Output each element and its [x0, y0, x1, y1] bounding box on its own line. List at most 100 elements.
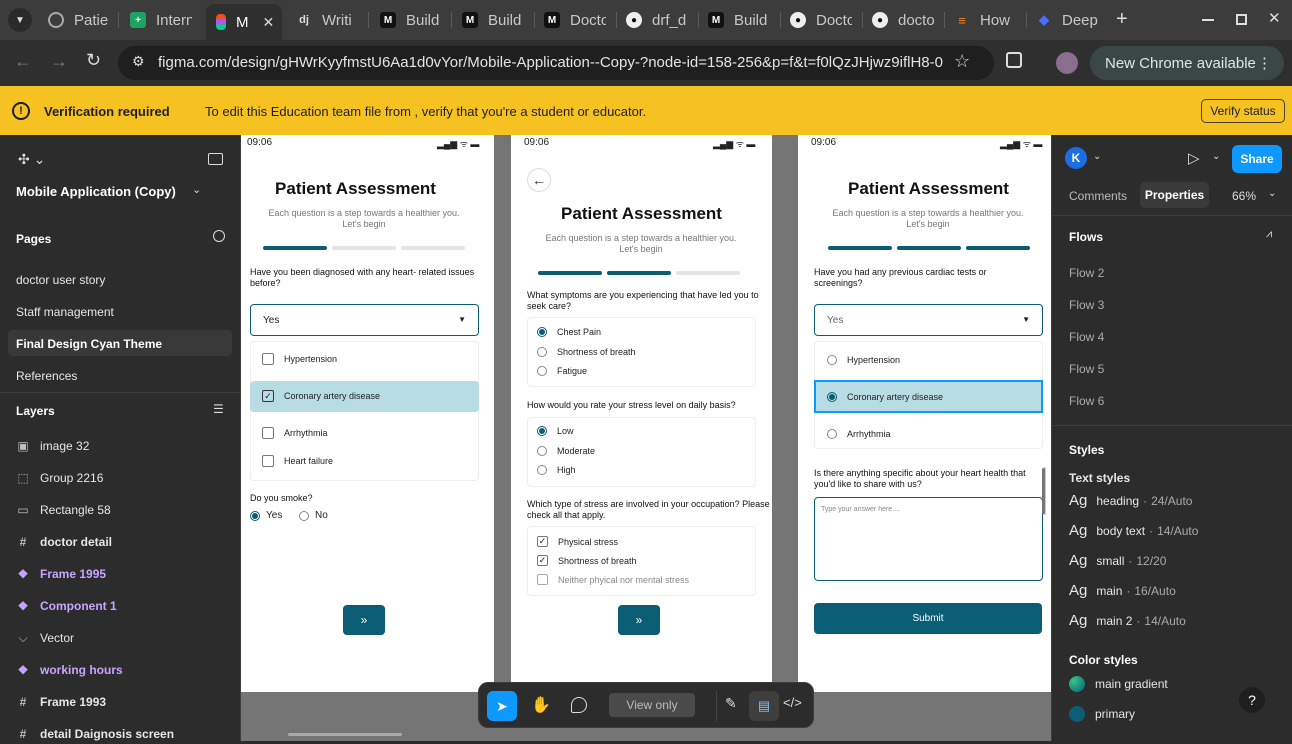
answer-dropdown[interactable]: Yes ▼ [814, 304, 1043, 336]
scrollbar[interactable] [1042, 468, 1045, 514]
submit-button[interactable]: Submit [814, 603, 1042, 634]
color-style-item[interactable]: primary [1069, 706, 1135, 722]
flow-item[interactable]: Flow 6 [1069, 394, 1104, 408]
address-bar[interactable]: ⚙ figma.com/design/gHWrKyyfmstU6Aa1d0vYo… [118, 46, 994, 80]
tab-12[interactable]: ≡ How [954, 8, 1016, 32]
tab-5[interactable]: M Build [380, 8, 442, 32]
flow-item[interactable]: Flow 2 [1069, 266, 1104, 280]
radio-selected[interactable] [537, 327, 547, 337]
new-chrome-button[interactable]: New Chrome available ⋮ [1090, 46, 1284, 80]
radio[interactable] [299, 510, 309, 521]
collapse-icon[interactable]: ⩘ [1266, 228, 1272, 241]
tab-13[interactable]: ◆ Deep [1036, 8, 1098, 32]
chevron-down-icon[interactable]: ⌄ [1093, 151, 1101, 162]
help-icon[interactable]: ? [1239, 687, 1265, 713]
page-item[interactable]: References [16, 369, 77, 383]
user-avatar[interactable]: K [1065, 147, 1087, 169]
move-tool-button[interactable]: ➤ [487, 691, 517, 721]
screen-3[interactable]: 09:06 ▂▄▆ ᯤ ▬ Patient Assessment Each qu… [798, 135, 1051, 692]
checkbox[interactable] [537, 574, 548, 585]
tab-active-figma[interactable]: M ✕ [206, 4, 282, 40]
checkbox-option-selected[interactable]: ✓ Coronary artery disease [262, 390, 380, 402]
layer-item[interactable]: ▭ Rectangle 58 [16, 500, 110, 520]
tab-9[interactable]: M Build [708, 8, 770, 32]
tab-search-icon[interactable]: ▼ [8, 8, 32, 32]
checkbox[interactable] [262, 427, 274, 439]
screen-1[interactable]: 09:06 ▂▄▆ ᯤ ▬ Patient Assessment Each qu… [241, 135, 494, 692]
checkbox-option[interactable]: ✓ Physical stress [537, 536, 618, 547]
close-tab-icon[interactable]: ✕ [263, 14, 275, 31]
tab-2[interactable]: + Intern [130, 8, 192, 32]
code-icon[interactable]: </> [783, 695, 802, 710]
flow-item[interactable]: Flow 4 [1069, 330, 1104, 344]
layer-item[interactable]: ❖ working hours [16, 660, 123, 680]
zoom-level[interactable]: 66% [1232, 189, 1256, 203]
next-button[interactable]: » [343, 605, 385, 635]
forward-icon[interactable]: → [50, 51, 68, 72]
panel-toggle-icon[interactable] [208, 153, 223, 165]
radio[interactable] [537, 347, 547, 357]
layer-item[interactable]: # Frame 1993 [16, 692, 106, 712]
layer-item[interactable]: ▣ image 32 [16, 436, 89, 456]
page-item[interactable]: doctor user story [16, 273, 105, 287]
tab-7[interactable]: M Docto [544, 8, 606, 32]
text-style-item[interactable]: Ag body text · 14/Auto [1069, 522, 1198, 539]
layer-item[interactable]: ❖ Frame 1995 [16, 564, 106, 584]
text-style-item[interactable]: Ag main · 16/Auto [1069, 582, 1176, 599]
page-item-label[interactable]: Final Design Cyan Theme [16, 337, 162, 351]
horizontal-scrollbar[interactable] [288, 733, 402, 736]
radio-selected[interactable] [537, 426, 547, 436]
file-name[interactable]: Mobile Application (Copy) [16, 184, 176, 199]
profile-avatar[interactable] [1056, 52, 1078, 74]
radio-no[interactable]: No [299, 510, 328, 521]
layer-item[interactable]: ❖ Component 1 [16, 596, 117, 616]
bookmark-star-icon[interactable]: ☆ [954, 51, 970, 72]
checkbox-option[interactable]: Heart failure [262, 455, 333, 467]
radio-option[interactable]: Chest Pain [537, 327, 601, 337]
radio[interactable] [827, 429, 837, 439]
radio-option[interactable]: Fatigue [537, 366, 587, 376]
radio-option[interactable]: Shortness of breath [537, 347, 636, 357]
draw-tool-icon[interactable]: ✎ [725, 695, 737, 712]
radio-selected[interactable] [827, 392, 837, 402]
next-button[interactable]: » [618, 605, 660, 635]
text-style-item[interactable]: Ag heading · 24/Auto [1069, 492, 1192, 509]
check-icon[interactable]: ✓ [537, 555, 548, 566]
radio-option[interactable]: Low [537, 426, 574, 436]
comment-tool-icon[interactable] [571, 697, 587, 713]
search-icon[interactable] [213, 230, 225, 242]
reload-icon[interactable]: ↻ [86, 50, 101, 71]
back-icon[interactable]: ← [14, 51, 32, 72]
radio-option-selected[interactable]: Coronary artery disease [827, 392, 943, 402]
verify-status-button[interactable]: Verify status [1201, 99, 1285, 123]
checkbox-option[interactable]: Neither phyical nor mental stress [537, 574, 689, 585]
kebab-menu-icon[interactable]: ⋮ [1257, 54, 1272, 72]
text-style-item[interactable]: Ag small · 12/20 [1069, 552, 1166, 569]
close-window-icon[interactable]: ✕ [1268, 9, 1281, 27]
back-arrow-icon[interactable]: ← [527, 168, 551, 192]
check-icon[interactable]: ✓ [537, 536, 548, 547]
tab-11[interactable]: ● docto [872, 8, 934, 32]
checkbox-option[interactable]: Hypertension [262, 353, 337, 365]
radio-option[interactable]: Hypertension [827, 355, 900, 365]
radio[interactable] [827, 355, 837, 365]
layer-item[interactable]: # doctor detail [16, 532, 112, 552]
radio-option[interactable]: High [537, 465, 576, 475]
flow-item[interactable]: Flow 3 [1069, 298, 1104, 312]
present-play-icon[interactable]: ▷ [1188, 149, 1200, 167]
extensions-icon[interactable] [1006, 52, 1022, 68]
dev-mode-button[interactable]: ▤ [749, 691, 779, 721]
radio-selected[interactable] [250, 510, 260, 521]
site-settings-icon[interactable]: ⚙ [132, 53, 145, 70]
chevron-down-icon[interactable]: ⌄ [1212, 151, 1220, 162]
page-item[interactable]: Staff management [16, 305, 114, 319]
color-style-item[interactable]: main gradient [1069, 676, 1168, 692]
checkbox-option[interactable]: Arrhythmia [262, 427, 328, 439]
hand-tool-icon[interactable]: ✋ [531, 695, 551, 715]
layer-item[interactable]: # detail Daignosis screen [16, 724, 174, 744]
new-tab-icon[interactable]: + [1116, 8, 1128, 31]
tab-6[interactable]: M Build [462, 8, 524, 32]
tab-4[interactable]: dj Writi [296, 8, 358, 32]
url-text[interactable]: figma.com/design/gHWrKyyfmstU6Aa1d0vYor/… [158, 54, 943, 71]
check-icon[interactable]: ✓ [262, 390, 274, 402]
